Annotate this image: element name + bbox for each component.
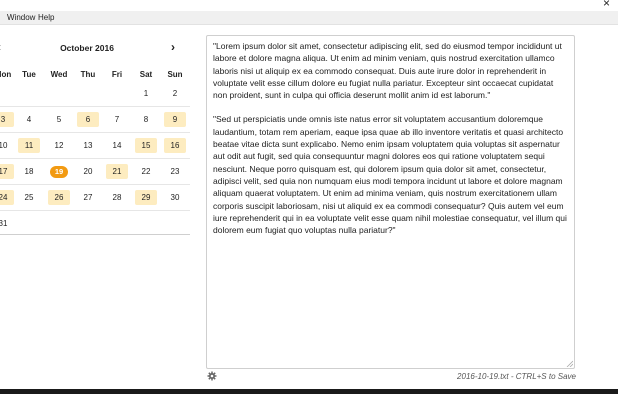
calendar-header: ‹ October 2016 › bbox=[0, 40, 190, 58]
day-number: 4 bbox=[26, 115, 32, 124]
calendar: ‹ October 2016 › Mon Tue Wed Thu Fri Sat Sun 1… bbox=[0, 24, 190, 235]
day-number: 11 bbox=[24, 141, 34, 150]
day-number: 2 bbox=[172, 89, 178, 98]
day-cell[interactable]: 1 bbox=[135, 86, 157, 101]
day-number: 28 bbox=[112, 193, 122, 202]
day-cell[interactable]: 10 bbox=[0, 138, 14, 153]
week-divider bbox=[0, 106, 190, 107]
day-cell[interactable]: 31 bbox=[0, 216, 14, 231]
day-cell[interactable]: 6 bbox=[77, 112, 99, 127]
weekday-label: Wed bbox=[50, 70, 68, 79]
day-cell[interactable]: 2 bbox=[164, 86, 186, 101]
prev-month-button[interactable]: ‹ bbox=[0, 40, 1, 54]
day-number: 5 bbox=[56, 115, 62, 124]
resize-grip-icon[interactable] bbox=[566, 360, 573, 367]
day-cell[interactable]: 24 bbox=[0, 190, 14, 205]
day-number: 7 bbox=[114, 115, 120, 124]
day-cell[interactable]: 8 bbox=[135, 112, 157, 127]
day-number: 31 bbox=[0, 219, 8, 228]
day-cell[interactable]: 30 bbox=[164, 190, 186, 205]
day-number: 24 bbox=[0, 193, 8, 202]
day-number: 13 bbox=[83, 141, 93, 150]
taskbar bbox=[0, 389, 618, 394]
weekday-label: Sun bbox=[167, 70, 183, 79]
day-number: 20 bbox=[83, 167, 93, 176]
day-cell[interactable]: 29 bbox=[135, 190, 157, 205]
day-cell[interactable]: 26 bbox=[48, 190, 70, 205]
day-number: 3 bbox=[0, 115, 6, 124]
day-number: 25 bbox=[24, 193, 34, 202]
menu-window[interactable]: Window bbox=[7, 11, 35, 24]
day-number: 18 bbox=[24, 167, 34, 176]
day-number: 6 bbox=[85, 115, 91, 124]
day-cell[interactable]: 17 bbox=[0, 164, 14, 179]
day-number: 14 bbox=[112, 141, 122, 150]
menu-help[interactable]: Help bbox=[38, 11, 54, 24]
month-title: October 2016 bbox=[60, 43, 114, 53]
next-month-button[interactable]: › bbox=[171, 40, 175, 54]
weekday-label: Mon bbox=[0, 70, 12, 79]
day-cell[interactable]: 18 bbox=[18, 164, 40, 179]
day-cell-today[interactable]: 19 bbox=[48, 164, 70, 179]
weekday-label: Tue bbox=[22, 70, 36, 79]
week-divider bbox=[0, 210, 190, 211]
day-cell[interactable]: 23 bbox=[164, 164, 186, 179]
weekday-label: Fri bbox=[111, 70, 123, 79]
day-cell[interactable]: 14 bbox=[106, 138, 128, 153]
day-number: 23 bbox=[170, 167, 180, 176]
day-cell[interactable]: 22 bbox=[135, 164, 157, 179]
day-cell[interactable]: 4 bbox=[18, 112, 40, 127]
day-cell[interactable]: 20 bbox=[77, 164, 99, 179]
weekday-label: Sat bbox=[139, 70, 153, 79]
day-cell[interactable]: 11 bbox=[18, 138, 40, 153]
day-cell[interactable]: 27 bbox=[77, 190, 99, 205]
day-cell[interactable]: 7 bbox=[106, 112, 128, 127]
day-cell[interactable]: 16 bbox=[164, 138, 186, 153]
day-number: 16 bbox=[170, 141, 180, 150]
day-cell[interactable]: 21 bbox=[106, 164, 128, 179]
day-cell[interactable]: 9 bbox=[164, 112, 186, 127]
day-number: 27 bbox=[83, 193, 93, 202]
day-number: 15 bbox=[141, 141, 151, 150]
weekday-label: Thu bbox=[80, 70, 96, 79]
menu-bar: Window Help bbox=[0, 11, 618, 25]
day-number: 10 bbox=[0, 141, 8, 150]
day-number: 30 bbox=[170, 193, 180, 202]
close-icon[interactable]: × bbox=[603, 0, 610, 9]
day-number: 19 bbox=[50, 165, 68, 178]
day-cell[interactable]: 12 bbox=[48, 138, 70, 153]
day-number: 17 bbox=[0, 167, 8, 176]
day-cell[interactable]: 13 bbox=[77, 138, 99, 153]
day-cell[interactable]: 3 bbox=[0, 112, 14, 127]
week-divider bbox=[0, 132, 190, 133]
day-number: 29 bbox=[141, 193, 151, 202]
title-strip: × bbox=[0, 0, 618, 11]
gear-icon[interactable] bbox=[207, 371, 217, 381]
editor-paragraph: "Sed ut perspiciatis unde omnis iste nat… bbox=[213, 114, 567, 236]
day-number: 26 bbox=[54, 193, 64, 202]
day-number: 12 bbox=[54, 141, 64, 150]
day-number: 21 bbox=[112, 167, 122, 176]
week-divider bbox=[0, 158, 190, 159]
calendar-bottom-border bbox=[0, 234, 190, 235]
status-text: 2016-10-19.txt - CTRL+S to Save bbox=[457, 372, 576, 381]
day-cell[interactable]: 5 bbox=[48, 112, 70, 127]
journal-editor[interactable]: "Lorem ipsum dolor sit amet, consectetur… bbox=[206, 35, 575, 369]
day-cell[interactable]: 28 bbox=[106, 190, 128, 205]
day-cell[interactable]: 15 bbox=[135, 138, 157, 153]
day-number: 8 bbox=[143, 115, 149, 124]
day-number: 1 bbox=[143, 89, 149, 98]
weekday-header: Mon Tue Wed Thu Fri Sat Sun bbox=[0, 70, 190, 84]
day-number: 9 bbox=[172, 115, 178, 124]
day-cell[interactable]: 25 bbox=[18, 190, 40, 205]
day-number: 22 bbox=[141, 167, 151, 176]
editor-paragraph: "Lorem ipsum dolor sit amet, consectetur… bbox=[213, 41, 562, 101]
week-divider bbox=[0, 184, 190, 185]
